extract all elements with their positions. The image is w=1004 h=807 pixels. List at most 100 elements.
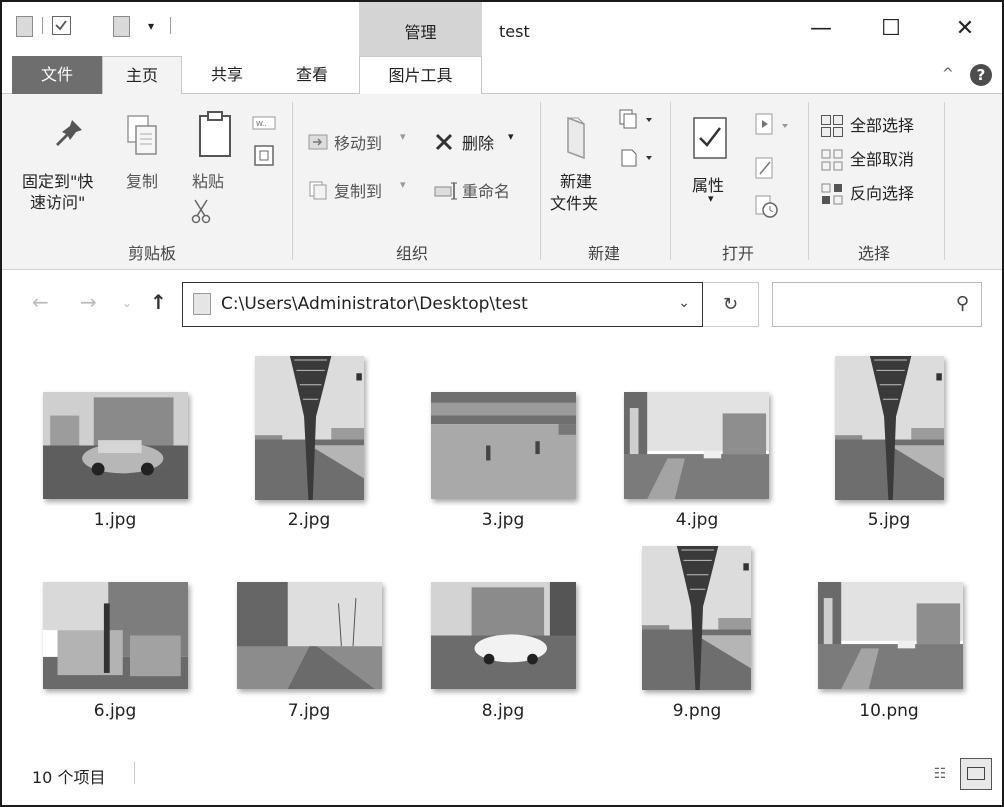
move-to-icon[interactable] bbox=[308, 132, 328, 154]
select-all-icon[interactable] bbox=[820, 114, 844, 142]
open-icon[interactable] bbox=[754, 112, 794, 142]
navigation-bar: ← → ⌄ ↑ C:\Users\Administrator\Desktop\t… bbox=[2, 270, 1002, 336]
tab-share[interactable]: 共享 bbox=[187, 56, 267, 94]
tab-view[interactable]: 查看 bbox=[270, 56, 354, 94]
address-dropdown-icon[interactable]: ⌄ bbox=[678, 295, 690, 311]
edit-icon[interactable] bbox=[754, 156, 776, 184]
details-view-icon[interactable]: ☷ bbox=[926, 760, 954, 788]
file-name[interactable]: 1.jpg bbox=[25, 510, 205, 530]
paste-clipboard-icon[interactable] bbox=[198, 110, 232, 162]
item-count: 10 个项目 bbox=[32, 768, 106, 787]
new-folder-icon[interactable] bbox=[564, 116, 592, 164]
history-icon[interactable] bbox=[754, 194, 782, 224]
group-divider bbox=[808, 102, 809, 260]
properties-icon[interactable] bbox=[692, 116, 728, 164]
thumbnail-4[interactable] bbox=[624, 392, 769, 499]
collapse-ribbon-icon[interactable]: ^ bbox=[942, 66, 954, 82]
new-folder-label-1[interactable]: 新建 bbox=[560, 168, 592, 192]
maximize-button[interactable]: ☐ bbox=[868, 14, 914, 44]
explorer-window: ▾ 管理 test — ☐ ✕ 文件 主页 共享 查看 图片工具 ^ ? 固定到… bbox=[0, 0, 1004, 807]
window-title: test bbox=[499, 22, 530, 41]
select-none-icon[interactable] bbox=[820, 148, 844, 176]
file-name[interactable]: 4.jpg bbox=[607, 510, 787, 530]
copy-label[interactable]: 复制 bbox=[126, 168, 158, 192]
large-icons-view-icon[interactable] bbox=[960, 758, 992, 790]
address-path[interactable]: C:\Users\Administrator\Desktop\test bbox=[221, 294, 528, 314]
tab-file[interactable]: 文件 bbox=[12, 56, 102, 94]
group-label-select: 选择 bbox=[857, 244, 890, 263]
recent-dropdown-icon[interactable]: ⌄ bbox=[122, 296, 132, 310]
divider bbox=[170, 17, 171, 34]
thumbnail-1[interactable] bbox=[43, 392, 188, 499]
ribbon-tabs: 文件 主页 共享 查看 图片工具 ^ ? bbox=[2, 56, 1002, 95]
folder-icon bbox=[193, 293, 211, 315]
up-arrow-icon[interactable]: ↑ bbox=[150, 290, 167, 314]
context-tab-group-label: 管理 bbox=[404, 23, 437, 42]
document-icon[interactable] bbox=[16, 16, 33, 37]
properties-dropdown-icon[interactable]: ▾ bbox=[708, 192, 714, 205]
minimize-button[interactable]: — bbox=[798, 14, 844, 44]
thumbnail-10[interactable] bbox=[818, 582, 963, 689]
file-name[interactable]: 7.jpg bbox=[219, 701, 399, 721]
thumbnail-5[interactable] bbox=[835, 356, 944, 500]
search-input[interactable]: ⚲ bbox=[772, 282, 982, 327]
address-bar[interactable]: C:\Users\Administrator\Desktop\test ⌄ bbox=[182, 282, 703, 327]
back-arrow-icon[interactable]: ← bbox=[32, 290, 49, 314]
delete-label[interactable]: 删除 bbox=[462, 130, 494, 154]
help-icon[interactable]: ? bbox=[970, 64, 992, 86]
group-divider bbox=[540, 102, 541, 260]
pin-icon[interactable] bbox=[54, 118, 84, 154]
ribbon: 固定到"快 速访问" 复制 粘贴 W.. 剪贴板 移动到 ▾ 删除 ▾ 复制到 … bbox=[2, 94, 1002, 270]
select-all-label[interactable]: 全部选择 bbox=[850, 112, 914, 136]
copy-to-icon[interactable] bbox=[308, 180, 328, 204]
file-name[interactable]: 6.jpg bbox=[25, 701, 205, 721]
new-folder-label-2[interactable]: 文件夹 bbox=[550, 190, 598, 214]
new-folder-icon[interactable] bbox=[113, 16, 130, 37]
invert-selection-label[interactable]: 反向选择 bbox=[850, 180, 914, 204]
new-item-icon[interactable] bbox=[618, 108, 658, 134]
forward-arrow-icon[interactable]: → bbox=[80, 290, 97, 314]
delete-x-icon[interactable] bbox=[434, 132, 454, 156]
move-to-label[interactable]: 移动到 bbox=[334, 130, 382, 154]
close-button[interactable]: ✕ bbox=[942, 14, 988, 44]
rename-icon[interactable] bbox=[434, 182, 460, 204]
svg-text:W..: W.. bbox=[256, 120, 267, 128]
customize-dropdown-icon[interactable]: ▾ bbox=[148, 19, 154, 33]
thumbnail-9[interactable] bbox=[642, 546, 751, 690]
thumbnail-2[interactable] bbox=[255, 356, 364, 500]
group-divider bbox=[944, 102, 945, 260]
paste-shortcut-icon[interactable] bbox=[254, 144, 274, 170]
move-to-dropdown-icon[interactable]: ▾ bbox=[400, 130, 406, 143]
thumbnail-8[interactable] bbox=[431, 582, 576, 689]
rename-label[interactable]: 重命名 bbox=[462, 178, 510, 202]
file-name[interactable]: 9.png bbox=[607, 701, 787, 721]
search-icon[interactable]: ⚲ bbox=[956, 293, 969, 314]
file-name[interactable]: 3.jpg bbox=[413, 510, 593, 530]
copy-icon[interactable] bbox=[126, 114, 158, 162]
cut-scissors-icon[interactable] bbox=[190, 198, 212, 228]
file-name[interactable]: 10.png bbox=[799, 701, 979, 721]
tab-picture-tools[interactable]: 图片工具 bbox=[359, 56, 482, 94]
copy-path-icon[interactable]: W.. bbox=[252, 116, 276, 134]
title-bar: ▾ 管理 test — ☐ ✕ bbox=[2, 2, 1002, 56]
easy-access-icon[interactable] bbox=[618, 144, 658, 172]
file-name[interactable]: 5.jpg bbox=[799, 510, 979, 530]
divider bbox=[42, 17, 43, 34]
refresh-icon[interactable]: ↻ bbox=[703, 282, 759, 327]
tab-home[interactable]: 主页 bbox=[102, 56, 182, 95]
copy-to-dropdown-icon[interactable]: ▾ bbox=[400, 178, 406, 191]
properties-checkbox-icon[interactable] bbox=[52, 16, 71, 35]
select-none-label[interactable]: 全部取消 bbox=[850, 146, 914, 170]
invert-selection-icon[interactable] bbox=[820, 182, 844, 210]
pin-quick-access-label-2[interactable]: 速访问" bbox=[30, 189, 85, 213]
copy-to-label[interactable]: 复制到 bbox=[334, 178, 382, 202]
paste-label[interactable]: 粘贴 bbox=[192, 168, 224, 192]
status-bar: 10 个项目 ☷ bbox=[2, 746, 1002, 805]
thumbnail-7[interactable] bbox=[237, 582, 382, 689]
delete-dropdown-icon[interactable]: ▾ bbox=[508, 130, 514, 143]
thumbnail-3[interactable] bbox=[431, 392, 576, 499]
group-label-clipboard: 剪贴板 bbox=[127, 244, 176, 263]
file-name[interactable]: 2.jpg bbox=[219, 510, 399, 530]
file-name[interactable]: 8.jpg bbox=[413, 701, 593, 721]
thumbnail-6[interactable] bbox=[43, 582, 188, 689]
